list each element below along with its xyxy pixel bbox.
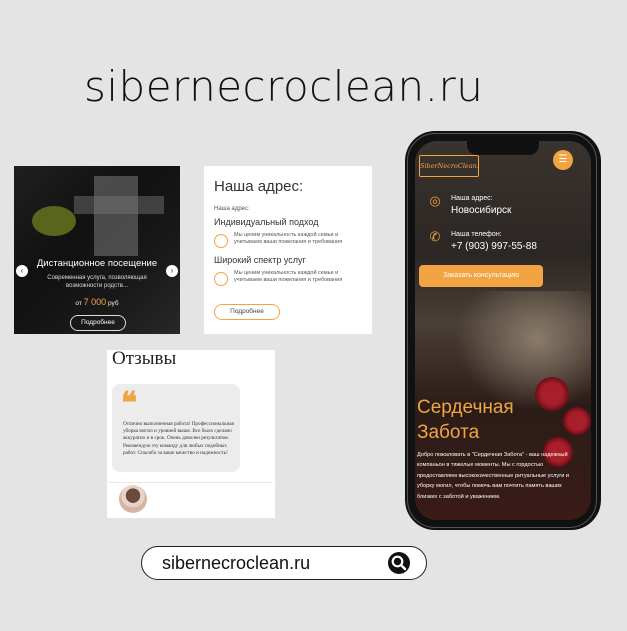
slider-description: Современная услуга, позволяющая возможно… bbox=[47, 275, 147, 289]
phone-mockup: SiberNecroClean.ru ☰ ◎ Наша адрес: Новос… bbox=[405, 131, 601, 530]
address-label: Наша адрес: bbox=[451, 195, 493, 202]
slider-price: от 7 000 руб bbox=[14, 297, 180, 307]
slider-overlay bbox=[14, 166, 180, 334]
reviewer-avatar bbox=[119, 485, 147, 513]
reviews-card: Отзывы ❝ Отлично выполненная работа! Про… bbox=[107, 350, 275, 518]
phone-notch bbox=[467, 141, 539, 155]
review-text: Отлично выполненная работа! Профессионал… bbox=[123, 421, 234, 456]
phone-screen: SiberNecroClean.ru ☰ ◎ Наша адрес: Новос… bbox=[415, 141, 591, 520]
site-logo[interactable]: SiberNecroClean.ru bbox=[419, 155, 479, 177]
list-icon bbox=[214, 272, 228, 286]
flower-image bbox=[563, 407, 591, 435]
hero-text: Добро пожаловать в "Сердечная Забота" - … bbox=[417, 452, 570, 500]
address-heading: Наша адрес: bbox=[214, 178, 304, 195]
feature-title-services: Широкий спектр услуг bbox=[214, 255, 306, 265]
phone-value[interactable]: +7 (903) 997-55-88 bbox=[451, 241, 537, 252]
quote-icon: ❝ bbox=[121, 387, 138, 420]
handshake-icon bbox=[214, 234, 228, 248]
hero-image bbox=[455, 291, 591, 411]
hero-title: Сердечная Забота bbox=[417, 397, 514, 443]
feature-text: Мы ценим уникальность каждой семьи и учи… bbox=[234, 270, 343, 283]
address-subheading: Наша адрес: bbox=[214, 206, 250, 212]
feature-text: Мы ценим уникальность каждой семьи и учи… bbox=[234, 232, 343, 245]
slider-more-button[interactable]: Подробнее bbox=[70, 315, 126, 331]
search-text[interactable]: sibernecroclean.ru bbox=[162, 553, 310, 574]
address-more-button[interactable]: Подробнее bbox=[214, 304, 280, 320]
feature-services: Мы ценим уникальность каждой семьи и учи… bbox=[214, 270, 364, 288]
address-value: Новосибирск bbox=[451, 205, 512, 216]
menu-icon[interactable]: ☰ bbox=[553, 150, 573, 170]
site-title: sibernecroclean.ru bbox=[84, 62, 484, 111]
chevron-left-icon[interactable]: ‹ bbox=[16, 265, 28, 277]
divider bbox=[109, 482, 273, 483]
feature-individual: Мы ценим уникальность каждой семьи и учи… bbox=[214, 232, 364, 250]
phone-icon: ✆ bbox=[429, 229, 441, 244]
phone-label: Наша телефон: bbox=[451, 231, 502, 238]
slider-title: Дистанционное посещение bbox=[36, 258, 158, 269]
price-unit: руб bbox=[108, 300, 119, 307]
price-prefix: от bbox=[75, 300, 82, 307]
chevron-right-icon[interactable]: › bbox=[166, 265, 178, 277]
reviews-heading: Отзывы bbox=[112, 350, 177, 369]
feature-title-individual: Индивидуальный подход bbox=[214, 217, 319, 227]
location-icon: ◎ bbox=[429, 193, 441, 208]
consultation-button[interactable]: Заказать консультацию bbox=[419, 265, 543, 287]
service-slider-card: Дистанционное посещение Современная услу… bbox=[14, 166, 180, 334]
search-icon[interactable] bbox=[388, 552, 410, 574]
price-value: 7 000 bbox=[83, 297, 107, 307]
search-bar[interactable]: sibernecroclean.ru bbox=[141, 546, 427, 580]
address-card: Наша адрес: Наша адрес: Индивидуальный п… bbox=[204, 166, 372, 334]
